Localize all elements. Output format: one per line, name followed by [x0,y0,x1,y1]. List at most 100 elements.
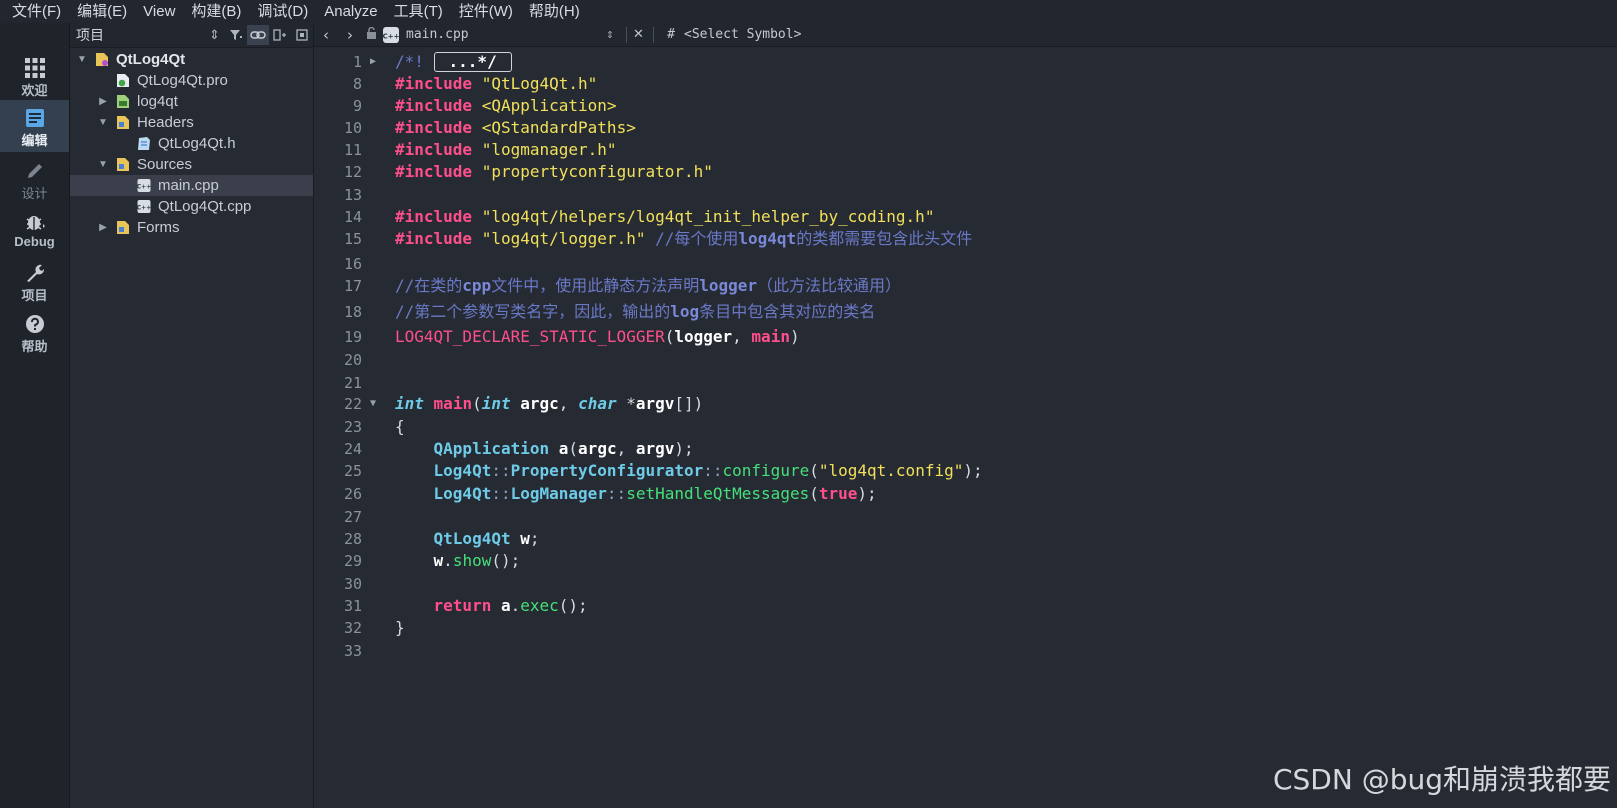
menu-item[interactable]: 编辑(E) [69,0,135,23]
project-view-title[interactable]: 项目 [70,25,203,45]
menu-item[interactable]: 工具(T) [386,0,451,23]
link-icon[interactable] [247,25,270,45]
tree-item[interactable]: C++ QtLog4Qt.cpp [70,196,313,217]
code-token: cpp [462,276,492,295]
line-number: 29 [343,552,362,570]
line-number: 19 [343,328,362,346]
mode-welcome[interactable]: 欢迎 [0,50,69,102]
tree-item[interactable]: QtLog4Qt.pro [70,70,313,91]
tree-item[interactable]: ▶ log4qt [70,91,313,112]
code-token: log4qt [738,229,797,248]
code-text: #include "log4qt/logger.h" //每个使用log4qt的… [395,228,972,250]
mode-debug[interactable]: Debug [0,204,69,256]
code-token: ) [789,327,800,346]
code-token: Log4Qt [433,484,492,503]
lock-icon[interactable] [362,26,380,43]
code-token: argc [578,439,617,458]
code-token: exec [520,596,559,615]
code-token: #include [395,140,473,159]
file-selector-arrows-icon[interactable]: ⇕ [606,27,620,42]
project-panel: 项目 ⇕ ▼ QtLog4Qt QtLog4Qt.pro ▶ log4qt ▼ Header… [70,23,314,808]
code-text: Log4Qt::PropertyConfigurator::configure(… [395,460,983,482]
menu-item[interactable]: 帮助(H) [521,0,588,23]
forward-arrow-icon[interactable]: › [338,26,362,44]
folder-icon [116,115,130,130]
mode-edit[interactable]: 编辑 [0,100,69,152]
code-token: <QApplication> [481,96,617,115]
mode-label: 设计 [21,186,48,201]
expand-arrow-right-icon[interactable]: ▶ [97,217,109,238]
code-token: //在类的 [395,276,463,295]
expand-arrow-right-icon[interactable]: ▶ [97,91,109,112]
folder-icon [116,157,130,172]
code-token: #include [395,229,473,248]
close-pane-icon[interactable] [291,25,313,45]
back-arrow-icon[interactable]: ‹ [314,26,338,44]
code-editor[interactable]: 1 ▶ /*! ...*/ 8 #include "QtLog4Qt.h" 9 #inclu… [314,47,1617,808]
code-token: #include [395,118,473,137]
code-token: #include [395,162,473,181]
code-token: ( [809,461,819,480]
fold-arrow-down-icon[interactable]: ▼ [370,393,376,415]
close-document-icon[interactable]: ✕ [633,27,647,42]
code-token: ); [857,484,877,503]
menu-item[interactable]: 文件(F) [4,0,69,23]
wrench-icon [26,264,44,282]
code-text: #include "log4qt/helpers/log4qt_init_hel… [395,206,934,228]
svg-text:C++: C++ [137,205,151,212]
filter-icon[interactable] [225,25,247,45]
line-number: 21 [343,374,362,392]
line-number: 22 [343,395,362,413]
line-number: 33 [343,642,362,660]
code-token: /*! [395,52,434,71]
expand-arrow-down-icon[interactable]: ▼ [76,49,88,70]
code-token: (); [491,551,521,570]
mode-projects[interactable]: 项目 [0,255,69,307]
mode-label: 编辑 [21,133,48,148]
menu-item[interactable]: View [135,0,183,23]
tree-item[interactable]: ▶ Forms [70,217,313,238]
tree-item[interactable]: ▼ Headers [70,112,313,133]
line-number: 16 [343,255,362,273]
folder-icon [116,220,130,235]
code-text: Log4Qt::LogManager::setHandleQtMessages(… [395,483,877,505]
code-token: return [433,596,492,615]
code-token: (); [558,596,588,615]
mode-label: 项目 [21,288,48,303]
pencil-icon [27,164,42,178]
view-selector-arrows-icon[interactable]: ⇕ [203,25,225,45]
mode-help[interactable]: 帮助 [0,306,69,358]
expand-arrow-down-icon[interactable]: ▼ [97,112,109,133]
pro-file-icon [116,73,130,88]
code-text: #include <QApplication> [395,95,617,117]
tree-item-label: Forms [137,219,180,236]
tree-item-label: Sources [137,156,193,173]
split-icon[interactable] [269,25,291,45]
menu-item[interactable]: Analyze [316,0,385,23]
mode-design[interactable]: 设计 [0,153,69,205]
tree-item[interactable]: QtLog4Qt.h [70,133,313,154]
open-file-name[interactable]: main.cpp [402,27,606,42]
fold-arrow-right-icon[interactable]: ▶ [370,51,376,73]
line-number: 25 [343,462,362,480]
code-token: 的类都需要包含此头文件 [796,229,973,248]
code-token: . [443,551,453,570]
line-number: 13 [343,186,362,204]
code-token: Log4Qt [433,461,492,480]
symbol-selector[interactable]: <Select Symbol> [682,27,801,42]
tree-item[interactable]: ▼ Sources [70,154,313,175]
menu-item[interactable]: 控件(W) [451,0,521,23]
folded-block-marker[interactable]: ...*/ [433,52,512,72]
tree-item[interactable]: C++ main.cpp [70,175,313,196]
code-token: w [520,529,530,548]
menu-item[interactable]: 构建(B) [183,0,249,23]
expand-arrow-down-icon[interactable]: ▼ [97,154,109,175]
tree-item[interactable]: ▼ QtLog4Qt [70,49,313,70]
code-text: w.show(); [395,550,521,572]
menu-item[interactable]: 调试(D) [249,0,316,23]
